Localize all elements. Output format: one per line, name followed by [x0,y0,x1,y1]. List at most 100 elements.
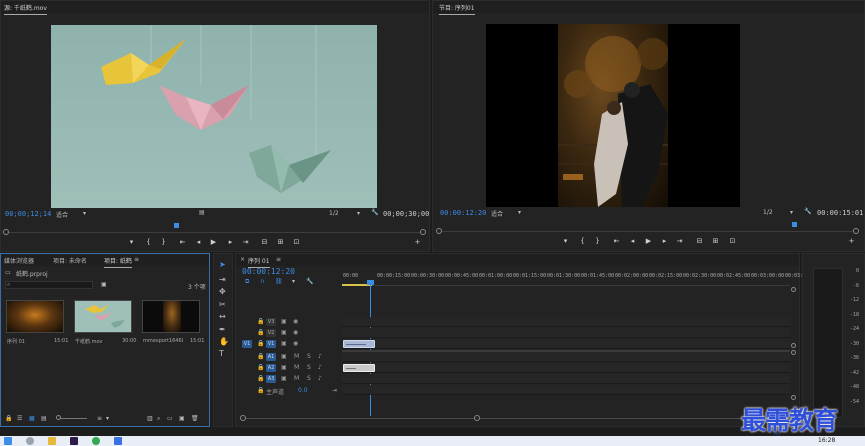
tab-media-browser[interactable]: 媒体浏览器 [4,256,34,265]
project-search-input[interactable]: ⌕ [5,281,93,289]
source-scrub-bar[interactable] [9,232,421,233]
eye-icon[interactable]: ◉ [293,318,298,325]
hand-tool-icon[interactable]: ✋ [219,337,229,346]
project-item-crane-clip[interactable] [74,300,132,333]
automate-icon[interactable]: ▥ [147,415,153,422]
new-item-icon[interactable]: ▣ [179,415,185,422]
solo-button[interactable]: S [307,364,311,371]
source-goto-out-button[interactable]: ⇥ [241,238,250,247]
source-monitor-tab[interactable]: 源: 千纸鹤.mov [4,3,47,15]
voiceover-mic-icon[interactable]: ♪ [318,353,322,360]
folder-icon[interactable] [48,437,56,445]
list-view-icon[interactable]: ☰ [17,415,22,422]
freeform-view-icon[interactable]: ▤ [41,415,47,422]
program-goto-out-button[interactable]: ⇥ [675,237,684,246]
timeline-close-icon[interactable]: × [240,256,245,263]
type-tool-icon[interactable]: T [219,349,224,358]
source-fit-dropdown[interactable]: 适合 [56,210,68,219]
program-step-forward-button[interactable]: ▸ [660,237,669,246]
sync-lock-icon[interactable]: ▣ [281,364,287,371]
goto-end-icon[interactable]: ⇥ [332,387,337,394]
timeline-hscroll-right-knob[interactable] [474,415,480,421]
sync-lock-icon[interactable]: ▣ [281,353,287,360]
master-volume-value[interactable]: 0.0 [298,387,308,394]
voiceover-mic-icon[interactable]: ♪ [318,375,322,382]
program-ratio-chevron-icon[interactable]: ▾ [790,209,793,216]
source-export-frame-button[interactable]: ⊡ [292,238,301,247]
source-add-button[interactable]: + [413,238,422,247]
snap-icon[interactable]: ∩ [260,278,264,285]
slip-tool-icon[interactable]: ↔ [219,312,226,321]
sync-lock-icon[interactable]: ▣ [281,375,287,382]
sort-chevron-icon[interactable]: ▾ [106,415,109,422]
program-fit-dropdown[interactable]: 适合 [491,209,503,218]
solo-button[interactable]: S [307,375,311,382]
program-ratio-dropdown[interactable]: 1/2 [763,209,773,216]
new-bin-icon[interactable]: ▣ [101,281,107,288]
timeline-vscroll-mid-knob[interactable] [791,343,796,348]
timeline-vscroll-top-knob[interactable] [791,287,796,292]
search-icon[interactable] [26,437,34,445]
track-lane-a1[interactable] [342,352,790,362]
premiere-app-icon[interactable] [70,437,78,445]
solo-button[interactable]: S [307,353,311,360]
program-mark-in-button[interactable]: { [578,237,587,246]
browser-icon[interactable] [92,437,100,445]
timeline-hscroll-left-knob[interactable] [240,415,246,421]
track-select-tool-icon[interactable]: ⇥ [219,275,226,284]
lock-icon[interactable]: 🔒 [257,318,264,325]
audio-clip-a2[interactable] [343,364,375,372]
program-scroll-left-knob[interactable] [436,228,442,234]
sync-lock-icon[interactable]: ▣ [281,340,287,347]
program-marker-button[interactable]: ▾ [561,237,570,246]
source-scroll-right-knob[interactable] [420,229,426,235]
add-marker-icon[interactable]: ▾ [292,278,295,285]
track-lane-master[interactable] [342,385,790,395]
source-insert-button[interactable]: ⊟ [260,238,269,247]
source-mark-in-button[interactable]: { [144,238,153,247]
mute-button[interactable]: M [294,353,299,360]
selection-tool-icon[interactable]: ➤ [219,260,226,269]
track-lane-v3[interactable] [342,317,790,327]
program-mark-out-button[interactable]: } [593,237,602,246]
lock-icon[interactable]: 🔒 [257,364,264,371]
find-icon[interactable]: ⌕ [157,415,160,423]
mute-button[interactable]: M [294,364,299,371]
track-name-a2[interactable]: A2 [266,364,276,372]
timeline-timecode[interactable]: 00:00:12:20 [242,267,295,276]
lock-icon[interactable]: 🔒 [257,353,264,360]
timeline-hscroll-bar[interactable] [244,418,794,419]
tab-project-untitled[interactable]: 项目: 未命名 [53,256,87,265]
mute-button[interactable]: M [294,375,299,382]
source-ratio-chevron-icon[interactable]: ▾ [357,210,360,217]
clear-icon[interactable]: 🗑 [191,415,199,422]
source-marker-button[interactable]: ▾ [127,238,136,247]
program-scroll-right-knob[interactable] [853,228,859,234]
icon-view-icon[interactable]: ▦ [29,415,35,422]
lock-icon[interactable]: 🔒 [257,340,264,347]
program-playhead[interactable] [792,222,797,227]
eye-icon[interactable]: ◉ [293,329,298,336]
program-timecode-current[interactable]: 00:00:12:20 [440,209,486,217]
source-playhead[interactable] [174,223,179,228]
video-clip-v1[interactable] [343,340,375,348]
lock-icon[interactable]: 🔒 [257,329,264,336]
tab-project-paper-crane[interactable]: 项目: 纸鹤 [104,256,132,268]
program-step-back-button[interactable]: ◂ [628,237,637,246]
timeline-settings-wrench-icon[interactable]: 🔧 [306,278,313,285]
timeline-vscroll-bottom-knob[interactable] [791,395,796,400]
track-name-v3[interactable]: V3 [266,318,276,326]
project-panel-menu-icon[interactable]: ≡ [134,256,139,263]
timeline-sequence-tab[interactable]: 序列 01 [248,256,270,268]
source-settings-wrench-icon[interactable]: 🔧 [371,209,378,216]
program-add-button[interactable]: + [847,237,856,246]
source-step-forward-button[interactable]: ▸ [226,238,235,247]
nest-toggle-icon[interactable]: ⧉ [245,278,249,286]
source-play-button[interactable]: ▶ [209,238,218,247]
source-overwrite-button[interactable]: ⊞ [276,238,285,247]
master-lock-icon[interactable]: 🔒 [257,387,264,394]
source-step-back-button[interactable]: ◂ [194,238,203,247]
zoom-slider-knob[interactable] [56,415,61,420]
source-scroll-left-knob[interactable] [3,229,9,235]
zoom-slider[interactable] [57,418,87,419]
